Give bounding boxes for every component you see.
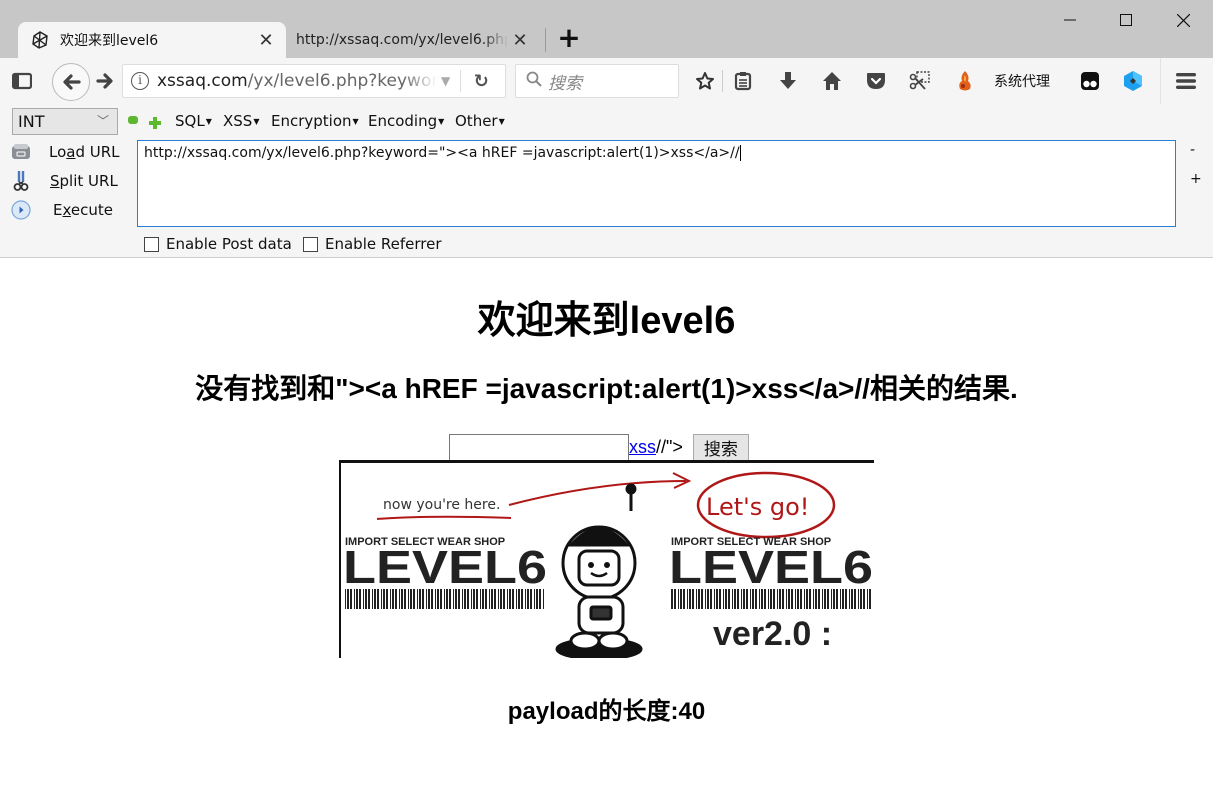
menu-xss[interactable]: XSS▼ xyxy=(223,112,259,130)
dropdown-arrow-icon: ▼ xyxy=(205,117,212,126)
load-url-label: Load URL xyxy=(49,143,120,161)
banner-logo-left: LEVEL6 xyxy=(343,541,547,593)
banner-logo-right: LEVEL6 xyxy=(669,541,873,593)
extension-icon[interactable] xyxy=(1122,69,1144,93)
search-result-message: 没有找到和"><a hREF =javascript:alert(1)>xss<… xyxy=(195,373,1018,404)
screenshot-icon[interactable] xyxy=(908,70,932,92)
reload-icon[interactable]: ↻ xyxy=(461,71,501,92)
navigation-toolbar: i xssaq.com/yx/level6.php?keyword ▼ ↻ 搜索… xyxy=(0,58,1213,104)
split-url-button[interactable]: Split URL xyxy=(8,168,118,194)
search-input[interactable]: 搜索 xyxy=(515,64,679,98)
search-icon xyxy=(526,71,542,92)
split-url-label: Split URL xyxy=(50,172,118,190)
info-icon[interactable]: i xyxy=(131,72,149,90)
type-select-value: INT xyxy=(18,112,45,131)
star-icon[interactable] xyxy=(694,70,716,92)
dropdown-arrow-icon: ▼ xyxy=(253,117,260,126)
fox-proxy-icon[interactable] xyxy=(954,70,976,92)
banner-graphic: now you're here. Let's go! IMPORT SELECT… xyxy=(343,471,873,658)
title-bar: 欢迎来到level6 ✕ http://xssaq.com/yx/level6.… xyxy=(0,0,1213,58)
page-content: 欢迎来到level6 没有找到和"><a hREF =javascript:al… xyxy=(0,259,1213,798)
reader-list-icon[interactable] xyxy=(732,70,754,92)
close-window-button[interactable] xyxy=(1155,0,1211,40)
forward-button[interactable] xyxy=(94,70,116,92)
scissors-icon xyxy=(8,170,34,192)
minimize-button[interactable] xyxy=(1042,0,1098,40)
back-icon xyxy=(63,74,81,90)
download-icon[interactable] xyxy=(777,70,799,92)
search-placeholder: 搜索 xyxy=(548,73,582,94)
load-url-icon xyxy=(8,141,34,163)
banner-version: ver2.0 : xyxy=(713,615,832,653)
keyword-input[interactable] xyxy=(449,433,629,461)
decrease-icon[interactable] xyxy=(128,116,138,124)
search-button[interactable]: 搜索 xyxy=(692,433,749,461)
level6-banner-image: now you're here. Let's go! IMPORT SELECT… xyxy=(339,460,874,658)
minimize-icon xyxy=(1064,19,1076,21)
tab-title: 欢迎来到level6 xyxy=(60,33,159,49)
menu-sql[interactable]: SQL▼ xyxy=(175,112,212,130)
menu-other[interactable]: Other▼ xyxy=(455,112,505,130)
toolbar-separator xyxy=(1160,58,1161,104)
checkbox-box[interactable] xyxy=(144,236,159,252)
barcode-right-icon xyxy=(671,589,871,609)
tab-title: http://xssaq.com/yx/level6.php xyxy=(296,32,508,48)
maximize-button[interactable] xyxy=(1098,0,1154,40)
level-favicon-icon xyxy=(32,31,48,49)
enable-post-label: Enable Post data xyxy=(166,235,292,253)
hackbar: INT ﹀ SQL▼ XSS▼ Encryption▼ Encoding▼ Ot… xyxy=(0,104,1213,258)
shrink-button[interactable]: - xyxy=(1190,142,1195,158)
chevron-down-icon: ﹀ xyxy=(96,114,109,128)
close-icon xyxy=(1176,13,1190,27)
maximize-icon xyxy=(1120,14,1132,26)
payload-length: payload的长度:40 xyxy=(507,698,706,725)
url-bar[interactable]: i xssaq.com/yx/level6.php?keyword ▼ ↻ xyxy=(122,64,506,98)
execute-button[interactable]: Execute xyxy=(8,197,113,223)
close-tab-icon[interactable]: ✕ xyxy=(254,28,278,52)
sidebar-icon[interactable] xyxy=(10,70,34,92)
page-title: 欢迎来到level6 xyxy=(477,300,736,342)
execute-label: Execute xyxy=(53,201,113,219)
close-tab-icon[interactable]: ✕ xyxy=(508,28,532,52)
barcode-left-icon xyxy=(345,589,545,609)
tab-inactive[interactable]: http://xssaq.com/yx/level6.php ✕ xyxy=(288,22,540,58)
enable-post-checkbox[interactable]: Enable Post data xyxy=(144,235,292,253)
text-caret xyxy=(739,145,741,161)
tampermonkey-icon[interactable] xyxy=(1079,70,1101,92)
url-textarea[interactable]: http://xssaq.com/yx/level6.php?keyword="… xyxy=(137,140,1176,227)
dropdown-arrow-icon: ▼ xyxy=(438,117,445,126)
grow-button[interactable]: + xyxy=(1190,171,1202,187)
dropdown-arrow-icon: ▼ xyxy=(498,117,505,126)
back-button[interactable] xyxy=(52,63,90,101)
tab-active[interactable]: 欢迎来到level6 ✕ xyxy=(18,22,286,58)
xss-link[interactable]: xss xyxy=(629,437,656,458)
type-select[interactable]: INT ﹀ xyxy=(12,108,118,135)
new-tab-button[interactable]: + xyxy=(556,24,582,52)
url-dropdown-icon[interactable]: ▼ xyxy=(441,74,450,88)
menu-encryption[interactable]: Encryption▼ xyxy=(271,112,359,130)
menu-icon[interactable] xyxy=(1174,71,1198,91)
dropdown-arrow-icon: ▼ xyxy=(352,117,359,126)
proxy-label[interactable]: 系统代理 xyxy=(994,71,1050,91)
load-url-button[interactable]: Load URL xyxy=(8,139,120,165)
increase-icon[interactable] xyxy=(149,114,161,129)
enable-referrer-checkbox[interactable]: Enable Referrer xyxy=(303,235,441,253)
forward-icon xyxy=(96,73,113,89)
menu-encoding[interactable]: Encoding▼ xyxy=(368,112,444,130)
banner-bubble-text: Let's go! xyxy=(706,493,809,521)
enable-referrer-label: Enable Referrer xyxy=(325,235,442,253)
search-form: xss //"> 搜索 xyxy=(449,433,749,461)
injected-text: //"> xyxy=(656,436,683,457)
play-icon xyxy=(8,199,34,221)
robot-mascot-icon xyxy=(555,483,643,658)
banner-note: now you're here. xyxy=(383,497,500,513)
toolbar-separator xyxy=(722,70,723,92)
pocket-icon[interactable] xyxy=(865,70,887,92)
url-text[interactable]: xssaq.com/yx/level6.php?keyword xyxy=(157,71,437,91)
tab-separator xyxy=(545,28,546,52)
checkbox-box[interactable] xyxy=(303,236,318,252)
home-icon[interactable] xyxy=(821,70,843,92)
